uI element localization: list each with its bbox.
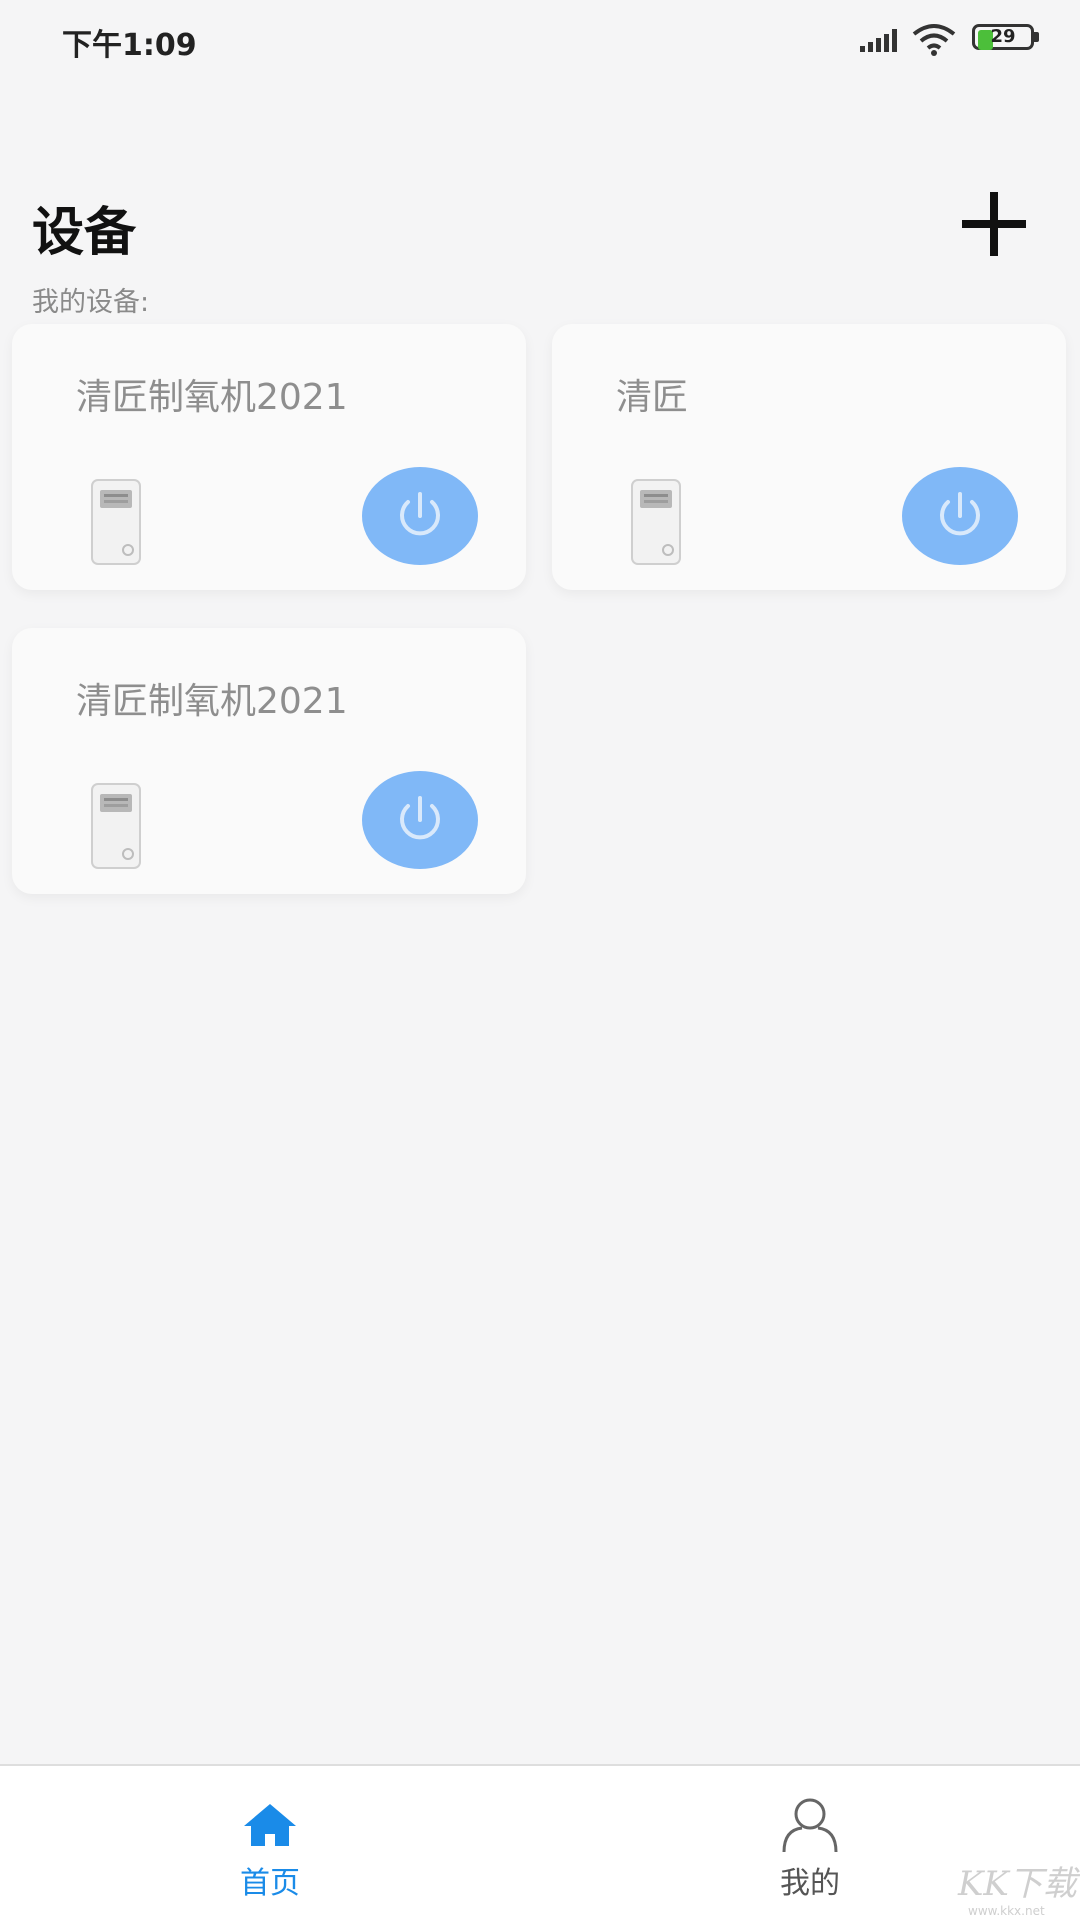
my-devices-label: 我的设备: [32,287,150,318]
power-button[interactable] [902,467,1018,565]
oxygen-concentrator-image [91,479,141,565]
watermark-logo: KK下载 [958,1864,1077,1904]
power-button[interactable] [362,771,478,869]
device-name: 清匠制氧机2021 [76,377,348,418]
add-device-button[interactable] [958,188,1030,260]
battery-icon: 29 [972,24,1042,54]
power-icon [400,796,440,840]
power-icon [940,492,980,536]
page-title: 设备 [32,203,137,263]
device-card[interactable]: 清匠制氧机2021 [12,324,526,590]
oxygen-concentrator-image [631,479,681,565]
device-name: 清匠制氧机2021 [76,681,348,722]
oxygen-concentrator-image [91,783,141,869]
wifi-icon [912,24,956,56]
nav-home[interactable]: 首页 [0,1766,540,1922]
user-icon [782,1798,838,1853]
nav-home-label: 首页 [240,1866,300,1901]
device-name: 清匠 [616,377,689,418]
battery-level: 29 [990,26,1016,47]
status-time: 下午1:09 [62,28,197,63]
signal-icon [860,29,897,52]
status-bar: 下午1:09 29 [0,0,1080,80]
home-icon [244,1804,296,1846]
watermark-url: www.kkx.net [968,1904,1045,1918]
bottom-nav: 首页 我的 [0,1764,1080,1922]
device-card[interactable]: 清匠制氧机2021 [12,628,526,894]
power-icon [400,492,440,536]
power-button[interactable] [362,467,478,565]
device-card[interactable]: 清匠 [552,324,1066,590]
